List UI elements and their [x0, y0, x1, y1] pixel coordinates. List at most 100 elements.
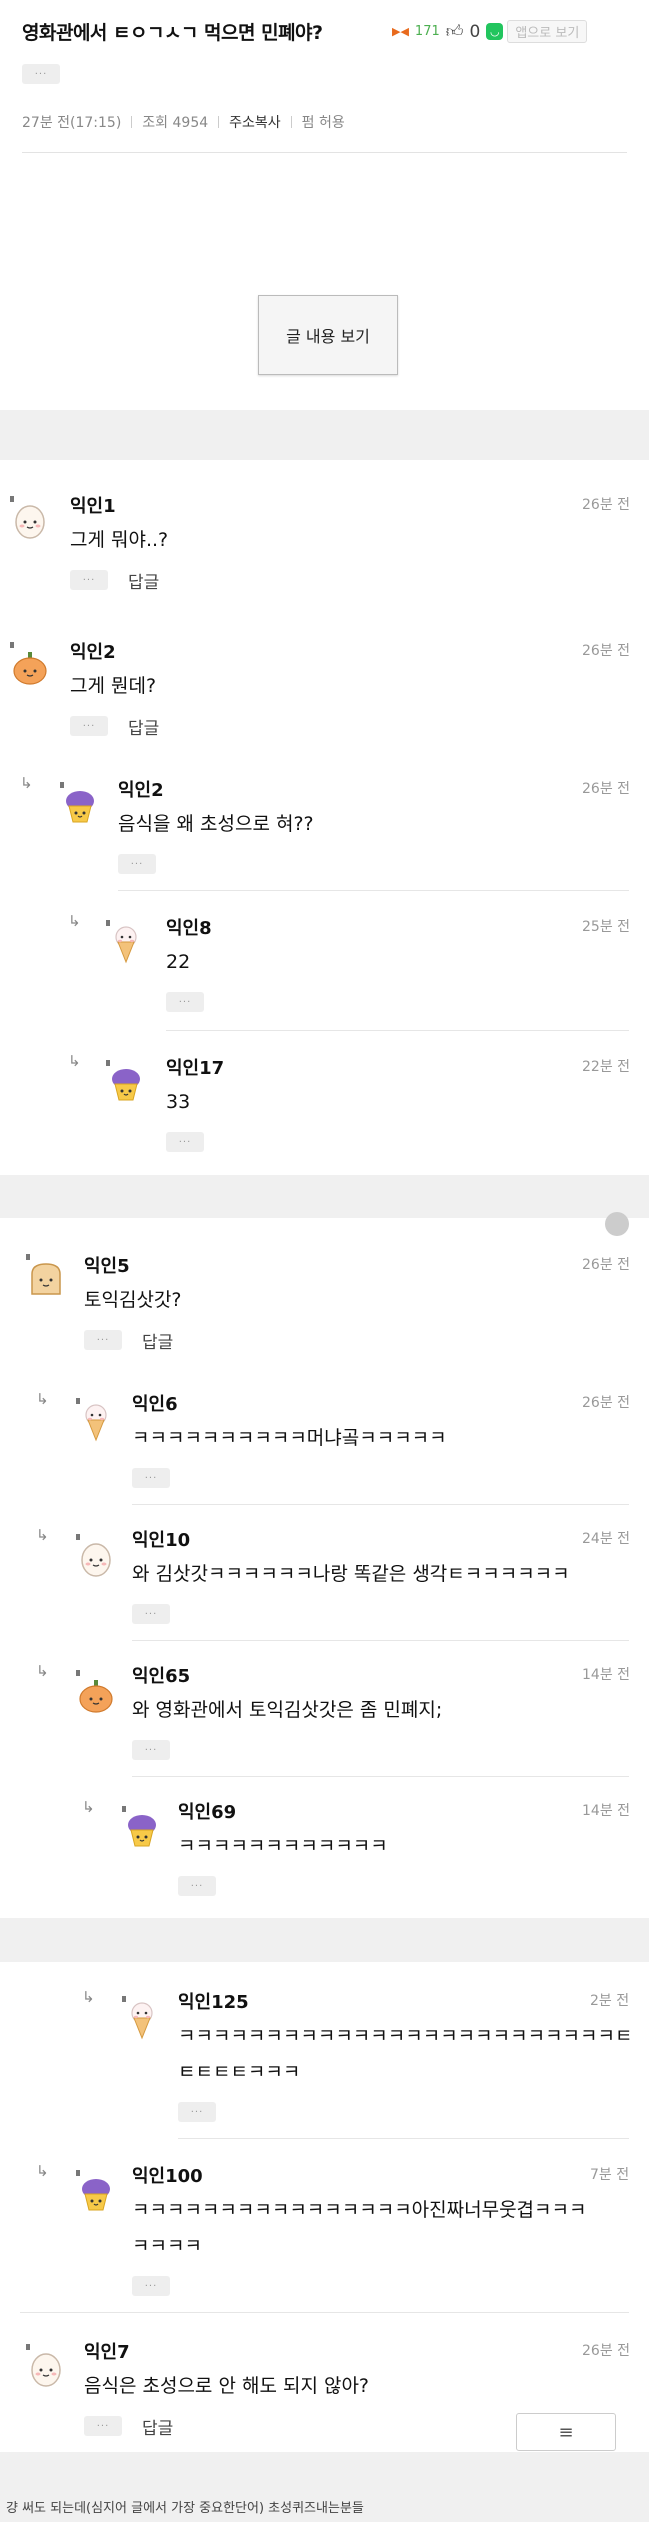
comment-time: 26분 전 — [582, 1257, 631, 1273]
reply-button[interactable]: 답글 — [142, 2414, 173, 2439]
pumpkin-icon — [12, 646, 48, 686]
comment-time: 26분 전 — [582, 1395, 631, 1411]
source-allowed-label: 펌 허용 — [301, 115, 345, 131]
comment-time: 26분 전 — [582, 781, 631, 797]
comment-text: 음식은 초성으로 안 해도 되지 않아? — [84, 2375, 370, 2397]
comment-section-2: 익인5 26분 전 토익김삿갓? ··· 답글 ↳ 익인6 26분 전 ㅋㅋㅋㅋ… — [0, 1212, 649, 1918]
comment-time: 14분 전 — [582, 1667, 631, 1683]
pumpkin-icon — [78, 1674, 114, 1714]
egg-icon — [28, 2348, 64, 2388]
comment-author: 익인8 — [166, 918, 212, 939]
comment-more-button[interactable]: ··· — [132, 1740, 170, 1760]
header-divider — [22, 152, 627, 153]
reply-arrow-icon: ↳ — [36, 1390, 49, 1408]
comment-text: 음식을 왜 초성으로 혀?? — [118, 813, 314, 835]
reply-button[interactable]: 답글 — [128, 568, 159, 593]
post-views: 조회 4954 — [142, 115, 209, 131]
comment-time: 7분 전 — [590, 2167, 630, 2183]
comment-divider — [132, 1640, 629, 1641]
reply-arrow-icon: ↳ — [36, 1662, 49, 1680]
comment-section-3: ↳ 익인125 2분 전 ㅋㅋㅋㅋㅋㅋㅋㅋㅋㅋㅋㅋㅋㅋㅋㅋㅋㅋㅋㅋㅋㅋㅋㅋㅋㅌㅌ… — [0, 1962, 649, 2452]
cupcake-icon — [78, 2174, 114, 2214]
comment-more-button[interactable]: ··· — [178, 1876, 216, 1896]
post-more-button[interactable]: ··· — [22, 64, 60, 84]
comment-divider — [132, 1504, 629, 1505]
comment-author: 익인65 — [132, 1666, 191, 1687]
reply-arrow-icon: ↳ — [68, 1052, 81, 1070]
comment-text: 33 — [166, 1091, 191, 1113]
comment-text: 와 김삿갓ㅋㅋㅋㅋㅋㅋ나랑 똑같은 생각ㅌㅋㅋㅋㅋㅋㅋ — [132, 1563, 570, 1585]
comment-text: 그게 뭐야..? — [70, 529, 169, 551]
open-in-app-button[interactable]: ◡ 앱으로 보기 — [486, 20, 588, 43]
divider — [131, 116, 133, 128]
comment-author: 익인6 — [132, 1394, 178, 1415]
comment-text: 와 영화관에서 토익김삿갓은 좀 민폐지; — [132, 1699, 443, 1721]
reply-arrow-icon: ↳ — [68, 912, 81, 930]
comment-section-1: 익인1 26분 전 그게 뭐야..? ··· 답글 익인2 26분 전 그게 뭔… — [0, 460, 649, 1175]
comment-more-button[interactable]: ··· — [178, 2102, 216, 2122]
reply-arrow-icon: ↳ — [36, 2162, 49, 2180]
comment-text: 22 — [166, 951, 191, 973]
comment-author: 익인2 — [118, 780, 164, 801]
reply-arrow-icon: ↳ — [20, 774, 33, 792]
post-stats: ▶◀ 171 👍︎ 0 ◡ 앱으로 보기 — [392, 20, 588, 43]
open-in-app-label: 앱으로 보기 — [507, 20, 588, 43]
post-meta: 27분 전(17:15) 조회 4954 주소복사 펌 허용 — [22, 112, 345, 132]
icecream-icon — [78, 1402, 114, 1442]
thumbs-up-icon[interactable]: 👍︎ — [446, 21, 464, 42]
egg-icon — [78, 1538, 114, 1578]
toast-icon — [28, 1258, 64, 1298]
comment-author: 익인69 — [178, 1802, 237, 1823]
fire-icon: ▶◀ — [392, 25, 409, 38]
post-title: 영화관에서 ㅌㅇㄱㅅㄱ 먹으면 민폐야? — [22, 22, 323, 44]
reply-button[interactable]: 답글 — [142, 1328, 173, 1353]
comment-author: 익인10 — [132, 1530, 191, 1551]
icecream-icon — [124, 2000, 160, 2040]
comment-more-button[interactable]: ··· — [118, 854, 156, 874]
comment-divider — [20, 2312, 629, 2313]
comment-text: ㅋㅋㅋㅋㅋㅋㅋㅋㅋㅋㅋㅋ — [178, 1835, 388, 1857]
post-header: 영화관에서 ㅌㅇㄱㅅㄱ 먹으면 민폐야? ▶◀ 171 👍︎ 0 ◡ 앱으로 보… — [0, 0, 649, 410]
reply-arrow-icon: ↳ — [82, 1988, 95, 2006]
comment-text-line-2: ㅋㅋㅋㅋ — [132, 2235, 202, 2257]
icecream-icon — [108, 924, 144, 964]
comment-time: 14분 전 — [582, 1803, 631, 1819]
comment-divider — [118, 890, 629, 891]
footer-text: 걍 써도 되는데(심지어 글에서 가장 중요한단어) 초성퀴즈내는분들 — [6, 2501, 364, 2516]
comment-more-button[interactable]: ··· — [84, 2416, 122, 2436]
post-time: 27분 전(17:15) — [22, 115, 122, 131]
comment-more-button[interactable]: ··· — [132, 1468, 170, 1488]
comment-time: 25분 전 — [582, 919, 631, 935]
like-count: 0 — [469, 21, 481, 42]
comment-divider — [132, 1776, 629, 1777]
comment-more-button[interactable]: ··· — [84, 1330, 122, 1350]
comment-divider — [178, 2138, 629, 2139]
comment-text: 그게 뭔데? — [70, 675, 157, 697]
comment-author: 익인5 — [84, 1256, 130, 1277]
comment-author: 익인7 — [84, 2342, 130, 2363]
comment-author: 익인1 — [70, 496, 116, 517]
menu-button[interactable]: ≡ — [516, 2413, 616, 2451]
comment-time: 24분 전 — [582, 1531, 631, 1547]
reply-arrow-icon: ↳ — [36, 1526, 49, 1544]
comment-text-line-2: ㅌㅌㅌㅌㅋㅋㅋ — [178, 2061, 301, 2083]
reply-arrow-icon: ↳ — [82, 1798, 95, 1816]
comment-more-button[interactable]: ··· — [166, 992, 204, 1012]
view-content-button[interactable]: 글 내용 보기 — [258, 295, 398, 375]
close-icon[interactable] — [605, 1212, 629, 1236]
comment-time: 22분 전 — [582, 1059, 631, 1075]
divider — [218, 116, 220, 128]
comment-more-button[interactable]: ··· — [132, 2276, 170, 2296]
cupcake-icon — [108, 1064, 144, 1104]
comment-more-button[interactable]: ··· — [132, 1604, 170, 1624]
comment-time: 26분 전 — [582, 497, 631, 513]
comment-divider — [166, 1030, 629, 1031]
comment-more-button[interactable]: ··· — [70, 716, 108, 736]
reply-button[interactable]: 답글 — [128, 714, 159, 739]
comment-author: 익인100 — [132, 2166, 203, 2187]
comment-more-button[interactable]: ··· — [166, 1132, 204, 1152]
copy-address-link[interactable]: 주소복사 — [229, 112, 281, 132]
divider — [290, 116, 292, 128]
comment-author: 익인2 — [70, 642, 116, 663]
comment-more-button[interactable]: ··· — [70, 570, 108, 590]
